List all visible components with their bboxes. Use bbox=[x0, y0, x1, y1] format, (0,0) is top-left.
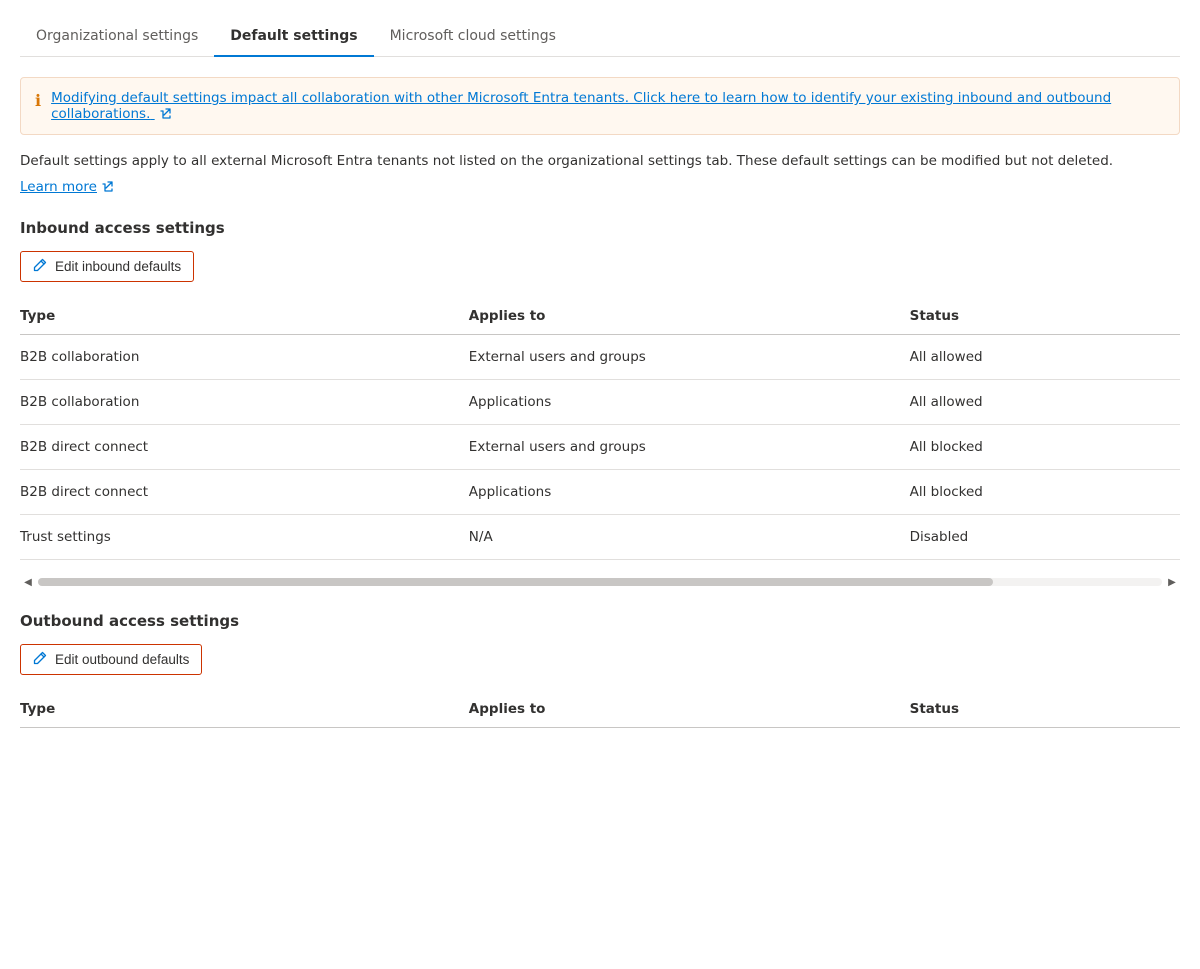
table-cell-type: B2B collaboration bbox=[20, 335, 461, 380]
outbound-col-status: Status bbox=[902, 691, 1180, 728]
table-cell-applies-to: Applications bbox=[461, 380, 902, 425]
tab-bar: Organizational settings Default settings… bbox=[20, 0, 1180, 57]
description-text: Default settings apply to all external M… bbox=[20, 151, 1180, 171]
edit-outbound-button[interactable]: Edit outbound defaults bbox=[20, 644, 202, 675]
inbound-col-applies-to: Applies to bbox=[461, 298, 902, 335]
table-cell-type: B2B direct connect bbox=[20, 470, 461, 515]
table-cell-applies-to: Applications bbox=[461, 470, 902, 515]
outbound-col-type: Type bbox=[20, 691, 461, 728]
outbound-col-applies-to: Applies to bbox=[461, 691, 902, 728]
inbound-col-status: Status bbox=[902, 298, 1180, 335]
edit-outbound-icon bbox=[33, 651, 47, 668]
scroll-left-arrow[interactable]: ◀ bbox=[20, 574, 36, 590]
outbound-heading: Outbound access settings bbox=[20, 612, 1180, 630]
learn-more-label: Learn more bbox=[20, 179, 97, 195]
scroll-right-arrow[interactable]: ▶ bbox=[1164, 574, 1180, 590]
inbound-col-type: Type bbox=[20, 298, 461, 335]
learn-more-link[interactable]: Learn more bbox=[20, 179, 113, 195]
tab-default-settings[interactable]: Default settings bbox=[214, 16, 373, 56]
table-cell-status: All allowed bbox=[902, 335, 1180, 380]
table-cell-type: B2B direct connect bbox=[20, 425, 461, 470]
banner-text-content: Modifying default settings impact all co… bbox=[51, 90, 1111, 122]
table-cell-status: Disabled bbox=[902, 515, 1180, 560]
table-cell-status: All allowed bbox=[902, 380, 1180, 425]
outbound-table: Type Applies to Status bbox=[20, 691, 1180, 728]
horizontal-scrollbar[interactable]: ◀ ▶ bbox=[20, 576, 1180, 588]
scrollbar-thumb bbox=[38, 578, 993, 586]
scrollbar-track[interactable] bbox=[38, 578, 1162, 586]
tab-microsoft-cloud-settings[interactable]: Microsoft cloud settings bbox=[374, 16, 572, 56]
banner-link[interactable]: Modifying default settings impact all co… bbox=[51, 90, 1165, 122]
table-cell-applies-to: External users and groups bbox=[461, 425, 902, 470]
outbound-table-header-row: Type Applies to Status bbox=[20, 691, 1180, 728]
inbound-table: Type Applies to Status B2B collaboration… bbox=[20, 298, 1180, 560]
info-icon: ℹ bbox=[35, 91, 41, 110]
table-row: B2B collaborationExternal users and grou… bbox=[20, 335, 1180, 380]
inbound-section: Inbound access settings Edit inbound def… bbox=[20, 219, 1180, 560]
learn-more-external-icon bbox=[101, 181, 113, 193]
inbound-heading: Inbound access settings bbox=[20, 219, 1180, 237]
table-cell-applies-to: External users and groups bbox=[461, 335, 902, 380]
edit-outbound-label: Edit outbound defaults bbox=[55, 652, 189, 667]
tab-organizational-settings[interactable]: Organizational settings bbox=[20, 16, 214, 56]
edit-inbound-button[interactable]: Edit inbound defaults bbox=[20, 251, 194, 282]
external-link-icon bbox=[159, 108, 171, 120]
table-cell-applies-to: N/A bbox=[461, 515, 902, 560]
table-cell-type: Trust settings bbox=[20, 515, 461, 560]
edit-inbound-label: Edit inbound defaults bbox=[55, 259, 181, 274]
table-row: Trust settingsN/ADisabled bbox=[20, 515, 1180, 560]
edit-inbound-icon bbox=[33, 258, 47, 275]
table-row: B2B direct connectExternal users and gro… bbox=[20, 425, 1180, 470]
table-cell-status: All blocked bbox=[902, 425, 1180, 470]
table-cell-type: B2B collaboration bbox=[20, 380, 461, 425]
outbound-section: Outbound access settings Edit outbound d… bbox=[20, 612, 1180, 728]
table-row: B2B direct connectApplicationsAll blocke… bbox=[20, 470, 1180, 515]
table-row: B2B collaborationApplicationsAll allowed bbox=[20, 380, 1180, 425]
info-banner: ℹ Modifying default settings impact all … bbox=[20, 77, 1180, 135]
inbound-table-header-row: Type Applies to Status bbox=[20, 298, 1180, 335]
table-cell-status: All blocked bbox=[902, 470, 1180, 515]
